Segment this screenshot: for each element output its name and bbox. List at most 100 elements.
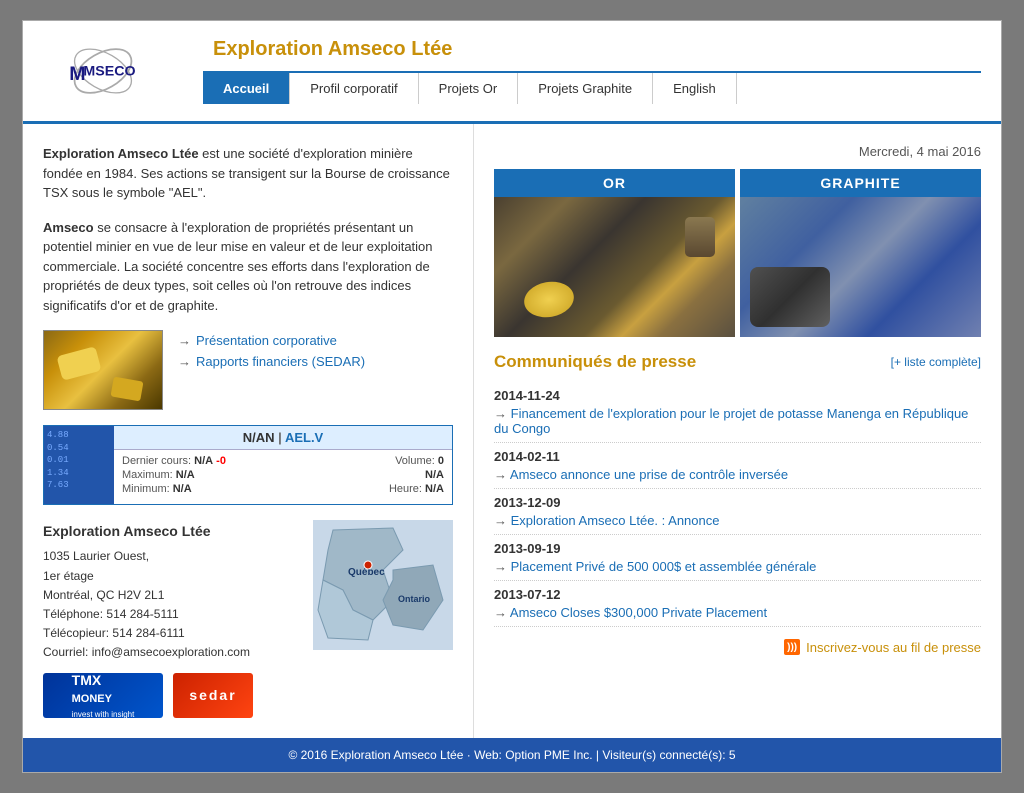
contact-email: Courriel: info@amsecoexploration.com: [43, 643, 303, 662]
stock-chart: 4.88 0.54 0.01 1.34 7.63: [44, 426, 114, 504]
stock-maxr-row: N/A: [291, 468, 444, 482]
rss-link[interactable]: Inscrivez-vous au fil de presse: [806, 640, 981, 655]
header: MSECO M Exploration Amseco Ltée Accueil …: [23, 21, 1001, 124]
intro-para2: Amseco se consacre à l'exploration de pr…: [43, 218, 453, 316]
stock-min-row: Minimum: N/A: [122, 482, 275, 496]
press-link-2[interactable]: Exploration Amseco Ltée. : Annonce: [494, 513, 719, 528]
stock-volume-label: Volume:: [395, 455, 435, 467]
intro-rest-2: se consacre à l'exploration de propriété…: [43, 220, 433, 313]
contact-tel: Téléphone: 514 284-5111: [43, 605, 303, 624]
press-link-3[interactable]: Placement Privé de 500 000$ et assemblée…: [494, 559, 816, 574]
footer: © 2016 Exploration Amseco Ltée · Web: Op…: [23, 738, 1001, 772]
stock-details: Dernier cours: N/A -0 Maximum: N/A Minim…: [114, 450, 452, 504]
stock-dernier-change: -0: [216, 455, 226, 467]
link-presentation[interactable]: Présentation corporative: [178, 330, 365, 351]
badges-row: TMX MONEY invest with insight sedar: [43, 673, 303, 718]
stock-max-label: Maximum:: [122, 469, 173, 481]
stock-right-panel: Volume: 0 N/A Heure: N/A: [283, 450, 452, 504]
page-wrapper: MSECO M Exploration Amseco Ltée Accueil …: [22, 20, 1002, 773]
press-item-1: 2014-02-11 Amseco annonce une prise de c…: [494, 443, 981, 489]
stock-max-right: N/A: [425, 469, 444, 481]
stock-pipe: |: [278, 430, 285, 445]
stock-heure-row: Heure: N/A: [291, 482, 444, 496]
footer-visitors: Visiteur(s) connecté(s): 5: [602, 748, 735, 762]
site-title: Exploration Amseco Ltée: [203, 38, 452, 61]
stock-ticker: 4.88 0.54 0.01 1.34 7.63 N/AN | AEL.V: [43, 425, 453, 505]
gold-thumbnail: [43, 330, 163, 410]
projects-row: OR GRAPHITE: [494, 169, 981, 337]
stock-nan: N/AN: [243, 430, 275, 445]
contact-section: Exploration Amseco Ltée 1035 Laurier Oue…: [43, 520, 453, 718]
sedar-badge[interactable]: sedar: [173, 673, 253, 718]
header-right: Exploration Amseco Ltée Accueil Profil c…: [203, 38, 981, 104]
project-or-col: OR: [494, 169, 735, 337]
stock-dernier-value: N/A: [194, 455, 213, 467]
right-column: Mercredi, 4 mai 2016 OR GRAPHITE Communi…: [473, 124, 1001, 738]
stock-dernier-row: Dernier cours: N/A -0: [122, 454, 275, 468]
stock-min-value: N/A: [173, 483, 192, 495]
link-rapports[interactable]: Rapports financiers (SEDAR): [178, 351, 365, 372]
press-date-1: 2014-02-11: [494, 449, 981, 464]
map-image: Québec Ontario: [313, 520, 453, 650]
or-image[interactable]: [494, 197, 735, 337]
svg-text:M: M: [69, 63, 85, 85]
stock-symbol: AEL.V: [285, 430, 323, 445]
press-date-4: 2013-07-12: [494, 587, 981, 602]
contact-address2: 1er étage: [43, 567, 303, 586]
stock-max-row: Maximum: N/A: [122, 468, 275, 482]
press-section: Communiqués de presse [+ liste complète]…: [494, 352, 981, 655]
nav-projets-graphite[interactable]: Projets Graphite: [518, 73, 653, 104]
nav-projets-or[interactable]: Projets Or: [419, 73, 519, 104]
svg-text:Ontario: Ontario: [398, 594, 431, 604]
nav-english[interactable]: English: [653, 73, 737, 104]
date-display: Mercredi, 4 mai 2016: [494, 144, 981, 159]
stock-max-value: N/A: [176, 469, 195, 481]
press-date-3: 2013-09-19: [494, 541, 981, 556]
press-item-2: 2013-12-09 Exploration Amseco Ltée. : An…: [494, 489, 981, 535]
graphite-image[interactable]: [740, 197, 981, 337]
svg-text:MSECO: MSECO: [83, 63, 135, 79]
press-link-4[interactable]: Amseco Closes $300,000 Private Placement: [494, 605, 767, 620]
stock-dernier-label: Dernier cours:: [122, 455, 191, 467]
press-header: Communiqués de presse [+ liste complète]: [494, 352, 981, 372]
footer-sep1: ·: [467, 748, 471, 762]
contact-fax: Télécopieur: 514 284-6111: [43, 624, 303, 643]
stock-volume-row: Volume: 0: [291, 454, 444, 468]
press-item-3: 2013-09-19 Placement Privé de 500 000$ e…: [494, 535, 981, 581]
press-date-0: 2014-11-24: [494, 388, 981, 403]
rss-section: ))) Inscrivez-vous au fil de presse: [494, 639, 981, 655]
rss-icon: ))): [784, 639, 800, 655]
stock-title-bar: N/AN | AEL.V: [114, 426, 452, 450]
stock-left-panel: Dernier cours: N/A -0 Maximum: N/A Minim…: [114, 450, 283, 504]
contact-text: Exploration Amseco Ltée 1035 Laurier Oue…: [43, 520, 303, 718]
footer-web: Web: Option PME Inc.: [474, 748, 593, 762]
nav-bar: Accueil Profil corporatif Projets Or Pro…: [203, 71, 981, 104]
main-content: Exploration Amseco Ltée est une société …: [23, 124, 1001, 738]
stock-volume-value: 0: [438, 455, 444, 467]
contact-company: Exploration Amseco Ltée: [43, 520, 303, 542]
logo-area: MSECO M: [43, 31, 203, 111]
intro-bold-1: Exploration Amseco Ltée: [43, 146, 199, 161]
intro-para1: Exploration Amseco Ltée est une société …: [43, 144, 453, 203]
press-date-2: 2013-12-09: [494, 495, 981, 510]
stock-info: N/AN | AEL.V Dernier cours: N/A -0: [114, 426, 452, 504]
press-list-link[interactable]: [+ liste complète]: [891, 355, 981, 369]
footer-copyright: © 2016 Exploration Amseco Ltée: [288, 748, 463, 762]
left-column: Exploration Amseco Ltée est une société …: [23, 124, 473, 738]
contact-city: Montréal, QC H2V 2L1: [43, 586, 303, 605]
links-list: Présentation corporative Rapports financ…: [178, 330, 365, 372]
intro-bold-2: Amseco: [43, 220, 94, 235]
nav-profil[interactable]: Profil corporatif: [290, 73, 418, 104]
press-title: Communiqués de presse: [494, 352, 696, 372]
stock-heure-label: Heure:: [389, 483, 422, 495]
corporate-section: Présentation corporative Rapports financ…: [43, 330, 453, 410]
press-link-0[interactable]: Financement de l'exploration pour le pro…: [494, 406, 968, 436]
logo-icon: MSECO M: [43, 31, 163, 111]
nav-accueil[interactable]: Accueil: [203, 73, 290, 104]
tmx-badge[interactable]: TMX MONEY invest with insight: [43, 673, 163, 718]
contact-address1: 1035 Laurier Ouest,: [43, 547, 303, 566]
stock-min-label: Minimum:: [122, 483, 170, 495]
project-or-label: OR: [494, 169, 735, 197]
press-link-1[interactable]: Amseco annonce une prise de contrôle inv…: [494, 467, 788, 482]
press-item-4: 2013-07-12 Amseco Closes $300,000 Privat…: [494, 581, 981, 627]
